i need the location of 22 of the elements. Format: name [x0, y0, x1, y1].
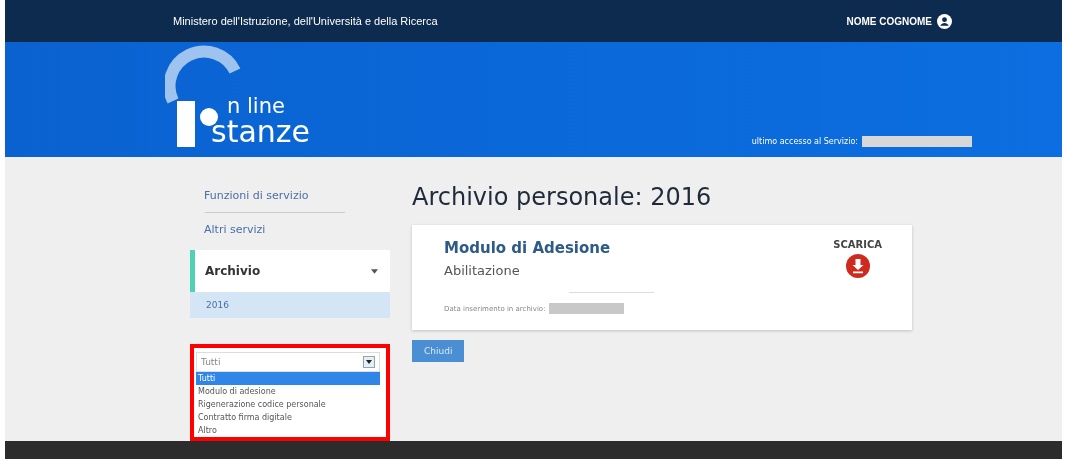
dropdown-option[interactable]: Tutti: [196, 372, 380, 385]
dropdown-option[interactable]: Altro: [196, 424, 380, 437]
document-title: Modulo di Adesione: [444, 239, 612, 257]
sidebar-item[interactable]: Altri servizi: [190, 213, 390, 246]
filter-dropdown[interactable]: Tutti: [196, 352, 380, 372]
last-access-label: ultimo accesso al Servizio:: [751, 137, 858, 146]
dropdown-option[interactable]: Modulo di adesione: [196, 385, 380, 398]
sidebar-subitem[interactable]: 2016: [190, 292, 390, 318]
sidebar-item[interactable]: Funzioni di servizio: [190, 179, 390, 212]
chevron-icon: [371, 268, 378, 274]
user-name[interactable]: NOME COGNOME: [846, 15, 932, 27]
sidebar-item[interactable]: Archivio: [190, 250, 390, 292]
download-label[interactable]: SCARICA: [833, 239, 882, 250]
logo-text: n line: [226, 96, 286, 117]
dropdown-option[interactable]: Rigenerazione codice personale: [196, 398, 380, 411]
download-icon[interactable]: [845, 254, 870, 278]
user-icon[interactable]: [937, 13, 952, 29]
dropdown-option[interactable]: Contratto firma digitale: [196, 411, 380, 424]
document-subtitle: Abilitazione: [444, 263, 521, 278]
page-title: Archivio personale: 2016: [412, 183, 712, 211]
ministry-name: Ministero dell'Istruzione, dell'Università e della Ricerca: [173, 15, 438, 27]
logo-text: stanze: [211, 117, 310, 151]
